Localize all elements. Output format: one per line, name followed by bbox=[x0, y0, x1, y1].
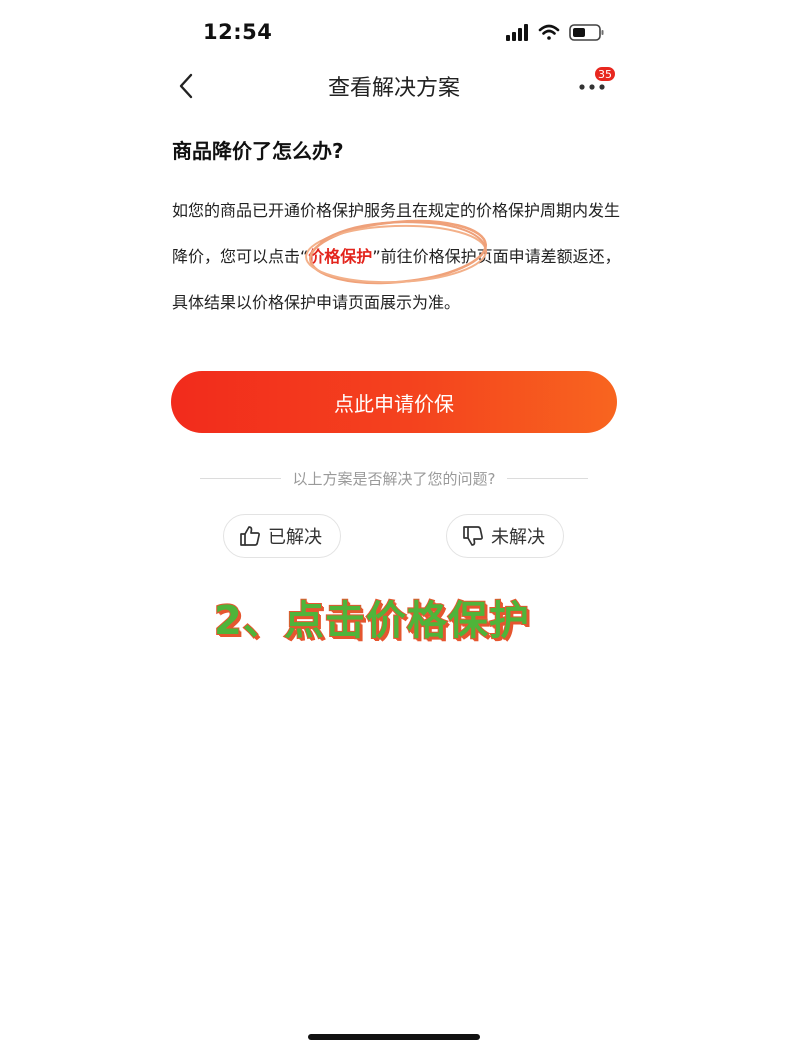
thumbs-up-icon bbox=[240, 526, 260, 546]
price-protection-link[interactable]: 价格保护 bbox=[308, 247, 372, 266]
solved-label: 已解决 bbox=[268, 527, 322, 548]
feedback-divider: 以上方案是否解决了您的问题? bbox=[200, 466, 588, 490]
notification-badge: 35 bbox=[594, 66, 616, 82]
thumbs-down-icon bbox=[463, 526, 483, 546]
solved-button[interactable]: 已解决 bbox=[223, 514, 341, 558]
home-indicator[interactable] bbox=[308, 1034, 480, 1040]
status-icons bbox=[506, 22, 606, 44]
unsolved-button[interactable]: 未解决 bbox=[446, 514, 564, 558]
back-icon bbox=[179, 73, 193, 99]
divider-line-left bbox=[200, 477, 281, 479]
page: 12:54 查看解决方案 35 商品降价了怎么办? 如您的商品已开通价格保护服务… bbox=[0, 0, 788, 1051]
more-button[interactable]: 35 bbox=[572, 66, 616, 102]
back-button[interactable] bbox=[168, 66, 204, 106]
status-time: 12:54 bbox=[203, 20, 273, 44]
unsolved-label: 未解决 bbox=[491, 527, 545, 548]
battery-icon bbox=[569, 24, 604, 41]
more-icon bbox=[579, 84, 605, 90]
signal-icon bbox=[506, 24, 528, 41]
answer-text: 如您的商品已开通价格保护服务且在规定的价格保护周期内发生降价，您可以点击“价格保… bbox=[172, 188, 622, 326]
page-title: 查看解决方案 bbox=[327, 76, 460, 101]
tutorial-caption: 2、点击价格保护 bbox=[213, 597, 530, 645]
wifi-icon bbox=[538, 24, 560, 40]
feedback-question: 以上方案是否解决了您的问题? bbox=[292, 469, 496, 488]
question-title: 商品降价了怎么办? bbox=[172, 139, 344, 163]
apply-price-protection-button[interactable]: 点此申请价保 bbox=[171, 371, 617, 433]
divider-line-right bbox=[507, 477, 588, 479]
